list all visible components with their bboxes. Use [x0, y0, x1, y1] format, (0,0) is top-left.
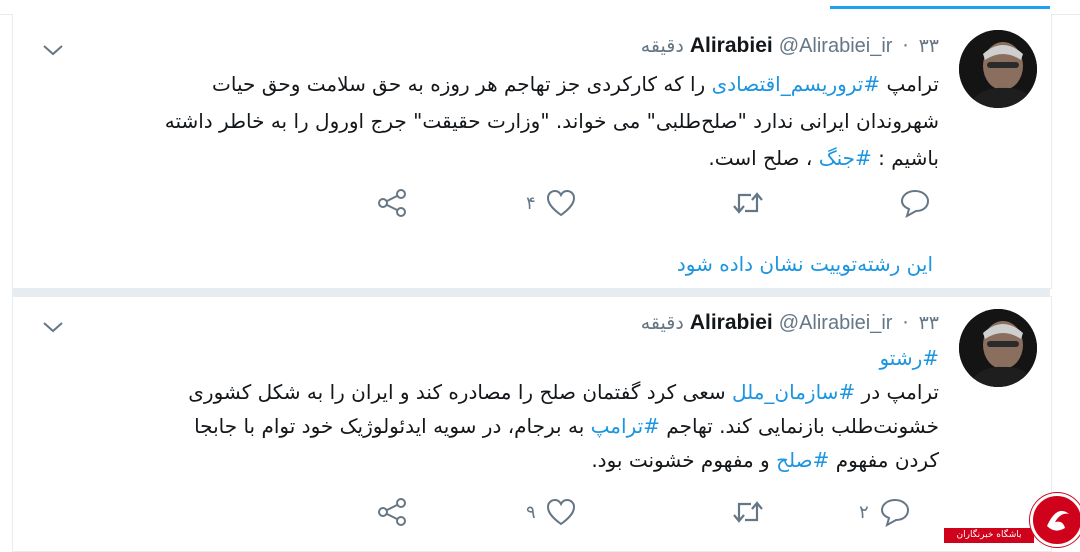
- tweet-text-line: خشونت‌طلب بازنمایی کند. تهاجم #ترامپ به …: [69, 409, 939, 443]
- show-thread-link[interactable]: این رشته‌توییت نشان داده شود: [677, 252, 933, 276]
- tweet-actions: ۴: [13, 186, 1051, 220]
- tweet-divider: [12, 288, 1050, 296]
- tweet-actions: ۹ ۲: [13, 495, 1051, 529]
- retweet-icon: [733, 192, 763, 214]
- share-icon: [378, 498, 406, 526]
- tweet-text-segment: خشونت‌طلب بازنمایی کند. تهاجم: [659, 414, 939, 438]
- heart-icon: [546, 498, 575, 526]
- like-button[interactable]: ۴: [526, 186, 576, 220]
- tweet-text: ترامپ #تروریسم_اقتصادی را که کارکردی جز …: [69, 66, 939, 177]
- tweet-text-segment: کردن مفهوم: [829, 448, 939, 472]
- watermark-text: باشگاه خبرنگاران: [944, 528, 1034, 543]
- reply-button[interactable]: [889, 186, 931, 220]
- reply-icon: [880, 498, 909, 527]
- watermark-logo: باشگاه خبرنگاران: [944, 491, 1080, 550]
- tweet-header: Alirabiei @Alirabiei_ir · ۳۳ دقیقه: [641, 311, 939, 335]
- heart-icon: [546, 189, 575, 217]
- like-count: ۴: [526, 192, 536, 214]
- chevron-down-icon[interactable]: [41, 319, 65, 335]
- tweet-text-line: باشیم : #جنگ ، صلح است.: [69, 140, 939, 177]
- tweet-text-line: شهروندان ایرانی ندارد "صلح‌طلبی" می خوان…: [69, 103, 939, 140]
- retweet-button[interactable]: [731, 495, 775, 529]
- tweet-text-line: #رشتو: [69, 341, 939, 375]
- tweet-text-segment: و مفهوم خشونت بود.: [591, 448, 777, 472]
- avatar[interactable]: [959, 309, 1037, 387]
- tweet-text-segment: را که کارکردی جز تهاجم هر روزه به حق سلا…: [212, 72, 712, 96]
- share-icon: [378, 189, 406, 217]
- tweet-card-1[interactable]: Alirabiei @Alirabiei_ir · ۳۳ دقیقه ترامپ…: [12, 14, 1052, 289]
- tweet-text-segment: ترامپ: [880, 72, 939, 96]
- tweet-text-line: ترامپ #تروریسم_اقتصادی را که کارکردی جز …: [69, 66, 939, 103]
- tweet-header: Alirabiei @Alirabiei_ir · ۳۳ دقیقه: [641, 34, 939, 58]
- emblem-icon: [1047, 510, 1069, 531]
- author-handle[interactable]: @Alirabiei_ir: [779, 35, 893, 57]
- tweet-text-segment: سعی کرد گفتمان صلح را مصادره کند و ایران…: [188, 380, 732, 404]
- avatar-image: [959, 30, 1037, 108]
- like-button[interactable]: ۹: [526, 495, 576, 529]
- author-handle[interactable]: @Alirabiei_ir: [779, 312, 893, 334]
- reply-icon: [900, 189, 930, 218]
- hashtag-link[interactable]: #ترامپ: [591, 414, 660, 438]
- share-button[interactable]: [377, 495, 407, 529]
- reply-count: ۲: [859, 501, 869, 523]
- avatar-image: [959, 309, 1037, 387]
- hashtag-link[interactable]: #سازمان_ملل: [732, 380, 855, 404]
- author-name[interactable]: Alirabiei: [690, 311, 773, 334]
- like-count: ۹: [526, 501, 536, 523]
- tweet-text-segment: به برجام، در سویه ایدئولوژیک خود توام با…: [194, 414, 591, 438]
- retweet-button[interactable]: [731, 186, 775, 220]
- retweet-icon: [733, 501, 763, 523]
- tweet-text-segment: ، صلح است.: [708, 146, 819, 170]
- tweet-text-line: کردن مفهوم #صلح و مفهوم خشونت بود.: [69, 443, 939, 477]
- header-separator: ·: [902, 312, 909, 334]
- tweet-text-segment: ترامپ در: [855, 380, 939, 404]
- tweet-text-line: ترامپ در #سازمان_ملل سعی کرد گفتمان صلح …: [69, 375, 939, 409]
- tweet-text: #رشتو ترامپ در #سازمان_ملل سعی کرد گفتمان…: [69, 341, 939, 477]
- tweet-card-2[interactable]: Alirabiei @Alirabiei_ir · ۳۳ دقیقه #رشتو…: [12, 296, 1052, 552]
- hashtag-link[interactable]: #صلح: [776, 448, 829, 472]
- hashtag-link[interactable]: #رشتو: [879, 346, 939, 370]
- tweet-text-segment: شهروندان ایرانی ندارد "صلح‌طلبی" می خوان…: [164, 109, 939, 133]
- tweet-text-segment: باشیم :: [871, 146, 939, 170]
- header-separator: ·: [902, 35, 909, 57]
- hashtag-link[interactable]: #تروریسم_اقتصادی: [712, 72, 881, 96]
- hashtag-link[interactable]: #جنگ: [819, 146, 872, 170]
- author-name[interactable]: Alirabiei: [690, 34, 773, 57]
- share-button[interactable]: [377, 186, 407, 220]
- chevron-down-icon[interactable]: [41, 42, 65, 58]
- timeline-top-border: [0, 0, 1080, 15]
- reply-button[interactable]: ۲: [859, 495, 911, 529]
- avatar[interactable]: [959, 30, 1037, 108]
- active-tab-indicator: [830, 6, 1050, 9]
- watermark-emblem: [1030, 493, 1080, 547]
